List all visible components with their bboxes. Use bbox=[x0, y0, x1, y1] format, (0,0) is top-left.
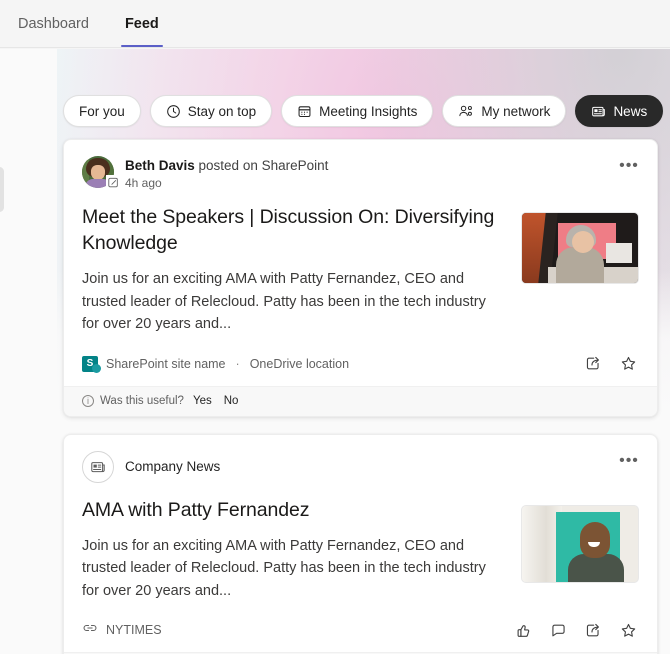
post-source-info: S SharePoint site name · OneDrive locati… bbox=[82, 356, 582, 372]
card-body: ••• bbox=[64, 140, 657, 336]
chip-meeting-insights-label: Meeting Insights bbox=[319, 104, 417, 119]
share-icon[interactable] bbox=[582, 353, 604, 375]
feed-stage: For you Stay on top bbox=[0, 49, 670, 654]
post-timestamp: 4h ago bbox=[125, 176, 328, 190]
filter-chip-group: For you Stay on top bbox=[63, 95, 663, 127]
post-meta-row: S SharePoint site name · OneDrive locati… bbox=[64, 342, 657, 386]
news-source-link: NYTIMES bbox=[82, 620, 512, 641]
chip-news-label: News bbox=[613, 104, 647, 119]
news-publisher-label[interactable]: NYTIMES bbox=[106, 623, 162, 637]
card-more-options-button[interactable]: ••• bbox=[617, 154, 641, 178]
feedback-no-button[interactable]: No bbox=[221, 395, 242, 407]
news-title[interactable]: AMA with Patty Fernandez bbox=[82, 497, 505, 523]
feed-list: ••• bbox=[63, 139, 658, 654]
tab-feed[interactable]: Feed bbox=[107, 1, 177, 47]
news-actions bbox=[512, 619, 639, 641]
feed-card-company-news[interactable]: ••• Company News bbox=[63, 434, 658, 654]
post-thumbnail[interactable] bbox=[521, 212, 639, 284]
post-content: Meet the Speakers | Discussion On: Diver… bbox=[82, 190, 639, 336]
meta-separator: · bbox=[236, 357, 240, 371]
feedback-question: Was this useful? bbox=[100, 395, 184, 407]
sharepoint-site-name[interactable]: SharePoint site name bbox=[106, 357, 226, 371]
post-content-main: Meet the Speakers | Discussion On: Diver… bbox=[82, 190, 505, 336]
link-icon bbox=[82, 620, 98, 641]
feedback-yes-button[interactable]: Yes bbox=[190, 395, 215, 407]
post-author-name: Beth Davis bbox=[125, 158, 195, 173]
star-icon[interactable] bbox=[617, 619, 639, 641]
news-content: AMA with Patty Fernandez Join us for an … bbox=[82, 483, 639, 603]
chip-for-you[interactable]: For you bbox=[63, 95, 141, 127]
post-excerpt: Join us for an exciting AMA with Patty F… bbox=[82, 268, 505, 336]
comment-icon[interactable] bbox=[547, 619, 569, 641]
post-actions bbox=[582, 353, 639, 375]
news-thumbnail[interactable] bbox=[521, 505, 639, 583]
left-rail bbox=[0, 49, 57, 654]
chip-stay-on-top[interactable]: Stay on top bbox=[150, 95, 272, 127]
feedback-bar: i Was this useful? Yes No bbox=[64, 386, 657, 416]
news-content-main: AMA with Patty Fernandez Join us for an … bbox=[82, 483, 505, 603]
chip-news[interactable]: News bbox=[575, 95, 663, 127]
like-icon[interactable] bbox=[512, 619, 534, 641]
news-icon bbox=[591, 104, 606, 119]
sharepoint-icon: S bbox=[82, 356, 98, 372]
share-icon[interactable] bbox=[582, 619, 604, 641]
tab-dashboard-label: Dashboard bbox=[18, 16, 89, 32]
tab-feed-label: Feed bbox=[125, 16, 159, 32]
news-excerpt: Join us for an exciting AMA with Patty F… bbox=[82, 535, 505, 603]
avatar-wrap bbox=[82, 156, 114, 188]
feed-canvas: For you Stay on top bbox=[57, 49, 670, 654]
card-more-options-button[interactable]: ••• bbox=[617, 449, 641, 473]
news-meta-row: NYTIMES bbox=[64, 608, 657, 652]
post-byline: Beth Davis posted on SharePoint bbox=[125, 157, 328, 174]
chip-meeting-insights[interactable]: Meeting Insights bbox=[281, 95, 433, 127]
post-header: Beth Davis posted on SharePoint 4h ago bbox=[82, 156, 639, 190]
feed-card-sharepoint-post[interactable]: ••• bbox=[63, 139, 658, 417]
calendar-icon bbox=[297, 104, 312, 119]
compose-badge-icon bbox=[106, 175, 121, 190]
chip-for-you-label: For you bbox=[79, 104, 125, 119]
feed-app: Dashboard Feed For you bbox=[0, 0, 670, 654]
card-body: ••• Company News bbox=[64, 435, 657, 603]
clock-icon bbox=[166, 104, 181, 119]
chip-my-network-label: My network bbox=[481, 104, 550, 119]
chip-stay-on-top-label: Stay on top bbox=[188, 104, 256, 119]
chip-my-network[interactable]: My network bbox=[442, 95, 566, 127]
post-title[interactable]: Meet the Speakers | Discussion On: Diver… bbox=[82, 204, 505, 256]
people-icon bbox=[458, 104, 474, 119]
onedrive-location[interactable]: OneDrive location bbox=[250, 357, 349, 371]
news-source-icon bbox=[82, 451, 114, 483]
rail-drag-handle[interactable] bbox=[0, 167, 4, 212]
star-icon[interactable] bbox=[617, 353, 639, 375]
info-icon: i bbox=[82, 395, 94, 407]
post-action-text: posted on SharePoint bbox=[195, 158, 329, 173]
news-source-header: Company News bbox=[82, 451, 639, 483]
news-source-name: Company News bbox=[125, 459, 220, 474]
top-tab-bar: Dashboard Feed bbox=[0, 0, 670, 48]
post-header-text: Beth Davis posted on SharePoint 4h ago bbox=[125, 156, 328, 190]
tab-dashboard[interactable]: Dashboard bbox=[0, 1, 107, 47]
